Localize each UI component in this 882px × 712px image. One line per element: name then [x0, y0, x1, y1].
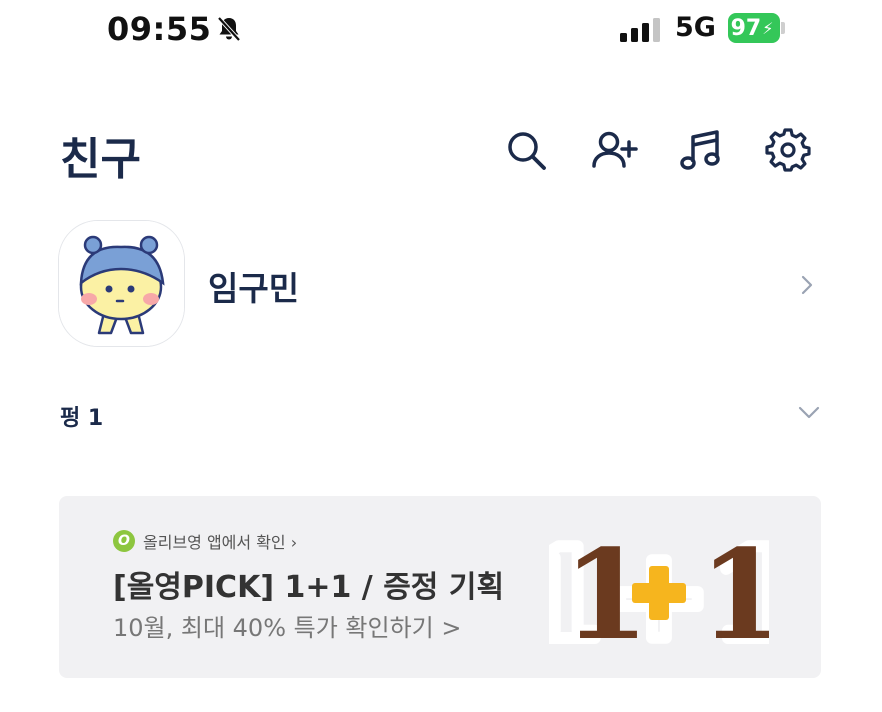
- add-friend-button[interactable]: [588, 124, 640, 176]
- banner-title: [올영PICK] 1+1 / 증정 기획: [113, 570, 505, 605]
- bell-off-icon: [214, 14, 244, 44]
- gear-icon: [765, 128, 811, 172]
- signal-icon: [620, 18, 662, 42]
- search-icon: [508, 132, 546, 170]
- chevron-down-icon[interactable]: [795, 400, 823, 424]
- avatar-character-image: [59, 221, 184, 346]
- search-button[interactable]: [500, 124, 552, 176]
- chevron-right-icon[interactable]: [795, 270, 819, 300]
- status-time: 09:55: [107, 10, 212, 48]
- svg-text:1: 1: [699, 526, 769, 656]
- promo-one-plus-one-graphic: 1+1 1 1: [549, 526, 769, 656]
- battery-cap: [781, 22, 785, 34]
- friend-group-label[interactable]: 펑 1: [60, 400, 103, 432]
- page-title: 친구: [60, 134, 141, 185]
- battery-level: 97: [730, 15, 762, 41]
- ad-banner[interactable]: O 올리브영 앱에서 확인 › [올영PICK] 1+1 / 증정 기획 10월…: [59, 496, 821, 678]
- add-friend-icon: [592, 131, 638, 168]
- network-type: 5G: [675, 12, 716, 43]
- charging-bolt-icon: ⚡: [762, 18, 774, 38]
- settings-button[interactable]: [762, 124, 814, 176]
- battery-indicator: 97 ⚡: [728, 13, 780, 43]
- oliveyoung-logo-icon: O: [113, 530, 135, 552]
- banner-subtitle[interactable]: 10월, 최대 40% 특가 확인하기 >: [113, 608, 462, 643]
- avatar[interactable]: [58, 220, 185, 347]
- banner-source[interactable]: 올리브영 앱에서 확인 ›: [143, 529, 297, 553]
- profile-name[interactable]: 임구민: [208, 262, 299, 310]
- music-button[interactable]: [675, 124, 727, 176]
- music-icon: [680, 130, 720, 170]
